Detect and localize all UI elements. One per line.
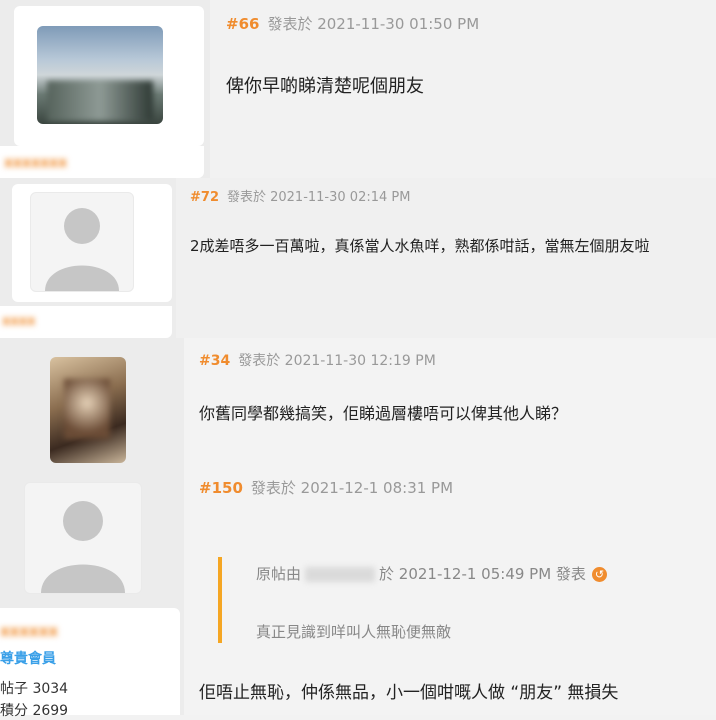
post-72-time: 發表於 2021-11-30 02:14 PM [226,190,411,205]
stat-value: 3034 [32,681,69,697]
stat-label: 帖子 [0,681,28,697]
post-34-number[interactable]: #34 [199,353,230,369]
post-34-meta: #34 發表於 2021-11-30 12:19 PM [199,350,436,370]
post-66-content: 俾你早啲睇清楚呢個朋友 [226,76,424,97]
post-150-time: 發表於 2021-12-1 08:31 PM [250,479,454,497]
go-to-post-icon[interactable]: ↺ [591,567,607,582]
post-150-number[interactable]: #150 [199,479,243,497]
post-150-stat-score: 積分 2699 [0,700,68,720]
post-66-time: 發表於 2021-11-30 01:50 PM [267,15,480,33]
avatar-image [47,81,153,121]
quote-text: 真正見識到咩叫人無恥便無敵 [256,623,452,641]
quote-bar [218,557,222,643]
post-72-meta: #72 發表於 2021-11-30 02:14 PM [190,186,410,205]
post-150-meta: #150 發表於 2021-12-1 08:31 PM [199,477,453,498]
avatar-image [64,379,110,439]
quote-suffix: 於 2021-12-1 05:49 PM 發表 [379,565,586,583]
quote-author-redacted[interactable] [305,567,376,582]
post-150-content: 佢唔止無恥，仲係無品，小一個咁嘅人做 “朋友” 無損失 [199,683,619,703]
default-avatar-icon [41,501,125,593]
post-66-author-name[interactable]: xxxxxxx [4,155,67,171]
quote-meta: 原帖由 於 2021-12-1 05:49 PM 發表 ↺ [256,563,607,584]
post-150-author-name[interactable]: xxxxxx [0,622,58,640]
post-34-content: 你舊同學都幾搞笑，佢睇過層樓唔可以俾其他人睇？ [199,404,568,423]
post-66-avatar[interactable] [37,26,163,124]
post-150-stat-posts: 帖子 3034 [0,678,68,698]
post-72-content: 2成差唔多一百萬啦，真係當人水魚咩，熟都係咁話，當無左個朋友啦 [190,237,650,255]
stat-label: 積分 [0,703,28,719]
post-150-role: 尊貴會員 [0,651,56,667]
post-72-author-name[interactable]: xxxx [2,314,36,329]
post-72-number[interactable]: #72 [190,190,219,205]
post-66-meta: #66 發表於 2021-11-30 01:50 PM [226,13,479,34]
post-72-avatar[interactable] [30,192,134,292]
post-34-avatar[interactable] [50,357,126,463]
post-34-time: 發表於 2021-11-30 12:19 PM [238,353,436,369]
post-66-number[interactable]: #66 [226,15,259,33]
post-150-avatar[interactable] [24,482,142,594]
default-avatar-icon [45,208,119,291]
stat-value: 2699 [32,703,69,719]
quote-prefix: 原帖由 [256,565,302,583]
